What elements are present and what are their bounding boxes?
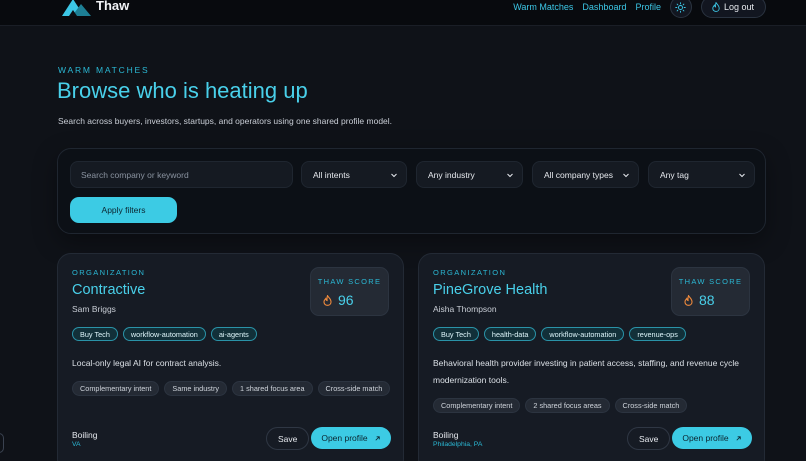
tag-select-value: Any tag bbox=[660, 169, 689, 180]
tag-select[interactable]: Any tag bbox=[648, 161, 755, 188]
top-navigation-bar: Thaw Warm Matches Dashboard Profile Log … bbox=[0, 0, 806, 26]
company-name[interactable]: PineGrove Health bbox=[433, 282, 547, 298]
flame-icon bbox=[684, 294, 693, 306]
industry-select[interactable]: Any industry bbox=[416, 161, 523, 188]
location: VA bbox=[72, 441, 81, 448]
tag[interactable]: Buy Tech bbox=[433, 327, 479, 341]
theme-toggle-button[interactable] bbox=[669, 0, 692, 18]
intent-select-value: All intents bbox=[313, 169, 350, 180]
logout-label: Log out bbox=[723, 2, 754, 12]
apply-filters-button[interactable]: Apply filters bbox=[70, 197, 177, 223]
search-input[interactable] bbox=[70, 161, 293, 188]
open-profile-button[interactable]: Open profile bbox=[311, 427, 391, 449]
save-button[interactable]: Save bbox=[266, 427, 310, 450]
nav-warm-matches[interactable]: Warm Matches bbox=[513, 2, 573, 12]
nav-dashboard[interactable]: Dashboard bbox=[582, 2, 626, 12]
company-description: Behavioral health provider investing in … bbox=[433, 358, 740, 385]
heat-status: Boiling bbox=[433, 430, 459, 440]
match-reason-chip: 2 shared focus areas bbox=[525, 398, 610, 413]
match-reason-chip: Same industry bbox=[164, 381, 228, 396]
app-logo[interactable]: Thaw bbox=[60, 0, 129, 20]
filter-panel: All intents Any industry All company typ… bbox=[57, 148, 766, 234]
contact-name: Sam Briggs bbox=[72, 304, 116, 314]
match-reason-list: Complementary intent 2 shared focus area… bbox=[433, 398, 688, 413]
score-value: 88 bbox=[684, 292, 715, 308]
tag[interactable]: Buy Tech bbox=[72, 327, 118, 341]
tag[interactable]: health-data bbox=[483, 327, 537, 341]
match-reason-chip: Cross-side match bbox=[317, 381, 391, 396]
flame-icon bbox=[712, 2, 720, 12]
arrow-up-right-icon bbox=[375, 435, 380, 441]
industry-select-value: Any industry bbox=[428, 169, 475, 180]
match-reason-list: Complementary intent Same industry 1 sha… bbox=[72, 381, 391, 396]
page-eyebrow: WARM MATCHES bbox=[58, 65, 150, 75]
company-name[interactable]: Contractive bbox=[72, 282, 145, 298]
score-label: THAW SCORE bbox=[317, 277, 382, 286]
company-type-select-value: All company types bbox=[544, 169, 613, 180]
chevron-down-icon bbox=[391, 173, 397, 177]
location: Philadelphia, PA bbox=[433, 441, 483, 448]
tag[interactable]: workflow-automation bbox=[541, 327, 625, 341]
arrow-up-right-icon bbox=[736, 435, 741, 441]
tag-list: Buy Tech health-data workflow-automation… bbox=[433, 327, 686, 341]
thaw-score-box: THAW SCORE 96 bbox=[310, 267, 389, 316]
open-profile-label: Open profile bbox=[682, 433, 729, 443]
match-reason-chip: Complementary intent bbox=[72, 381, 160, 396]
main-nav: Warm Matches Dashboard Profile Log out bbox=[513, 0, 766, 18]
match-reason-chip: 1 shared focus area bbox=[232, 381, 313, 396]
flame-icon bbox=[323, 294, 332, 306]
intent-select[interactable]: All intents bbox=[301, 161, 407, 188]
match-card: ORGANIZATION Contractive Sam Briggs THAW… bbox=[57, 253, 404, 461]
save-button[interactable]: Save bbox=[627, 427, 671, 450]
match-reason-chip: Complementary intent bbox=[433, 398, 521, 413]
app-name: Thaw bbox=[96, 0, 130, 13]
tag[interactable]: workflow-automation bbox=[122, 327, 206, 341]
open-profile-button[interactable]: Open profile bbox=[672, 427, 752, 449]
page-title: Browse who is heating up bbox=[57, 78, 308, 103]
chevron-down-icon bbox=[739, 173, 745, 177]
match-reason-chip: Cross-side match bbox=[614, 398, 688, 413]
heat-status: Boiling bbox=[72, 430, 98, 440]
score-number: 96 bbox=[338, 292, 354, 308]
nav-profile[interactable]: Profile bbox=[635, 2, 661, 12]
score-label: THAW SCORE bbox=[678, 277, 743, 286]
page-subtitle: Search across buyers, investors, startup… bbox=[58, 116, 393, 126]
tag[interactable]: ai-agents bbox=[210, 327, 257, 341]
chevron-down-icon bbox=[623, 173, 629, 177]
contact-name: Aisha Thompson bbox=[433, 304, 497, 314]
chevron-down-icon bbox=[507, 173, 513, 177]
logo-mark-icon bbox=[62, 0, 91, 16]
tag[interactable]: revenue-ops bbox=[629, 327, 686, 341]
company-type-select[interactable]: All company types bbox=[532, 161, 639, 188]
thaw-score-box: THAW SCORE 88 bbox=[671, 267, 750, 316]
side-scroll-handle[interactable] bbox=[0, 433, 4, 453]
tag-list: Buy Tech workflow-automation ai-agents bbox=[72, 327, 257, 341]
company-description: Local-only legal AI for contract analysi… bbox=[72, 358, 222, 368]
open-profile-label: Open profile bbox=[321, 433, 368, 443]
sun-icon bbox=[675, 1, 687, 13]
card-kicker: ORGANIZATION bbox=[72, 268, 146, 277]
match-card: ORGANIZATION PineGrove Health Aisha Thom… bbox=[418, 253, 765, 461]
score-value: 96 bbox=[323, 292, 354, 308]
score-number: 88 bbox=[699, 292, 715, 308]
logout-button[interactable]: Log out bbox=[700, 0, 766, 18]
card-kicker: ORGANIZATION bbox=[433, 268, 507, 277]
